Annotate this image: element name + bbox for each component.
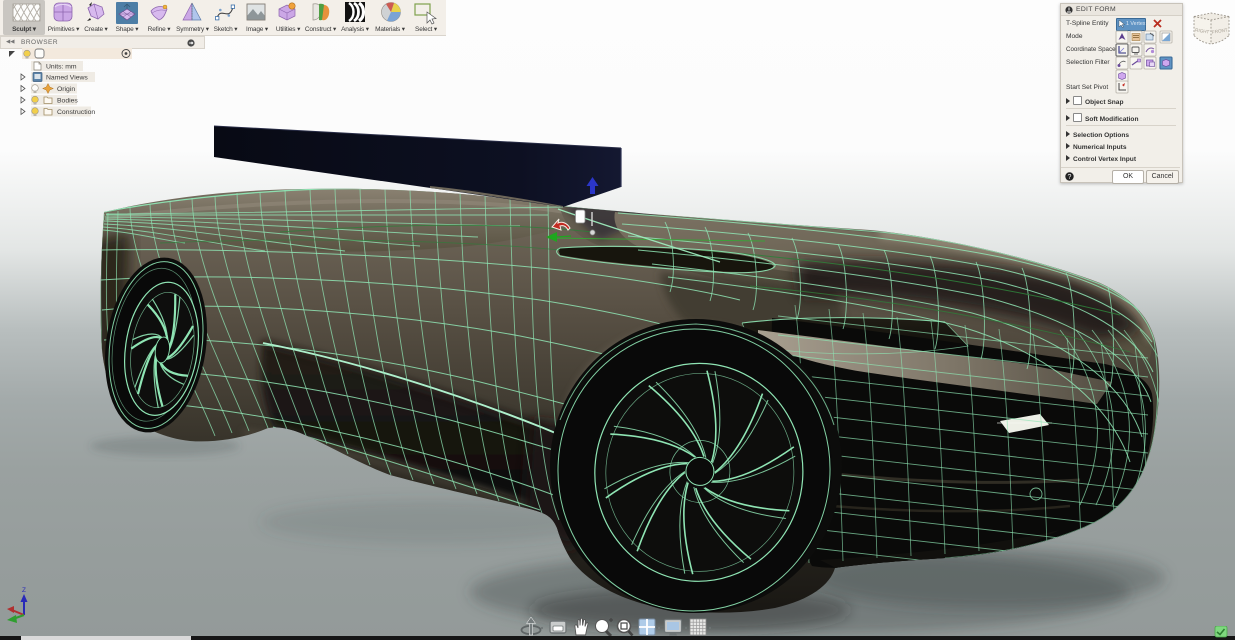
svg-text:Units: mm: Units: mm (46, 64, 77, 71)
svg-text:Bodies: Bodies (57, 98, 78, 105)
svg-text:Named Views: Named Views (46, 75, 88, 82)
svg-text:Z: Z (22, 587, 26, 594)
svg-text:Construction: Construction (57, 109, 95, 116)
svg-text:Origin: Origin (57, 86, 75, 93)
